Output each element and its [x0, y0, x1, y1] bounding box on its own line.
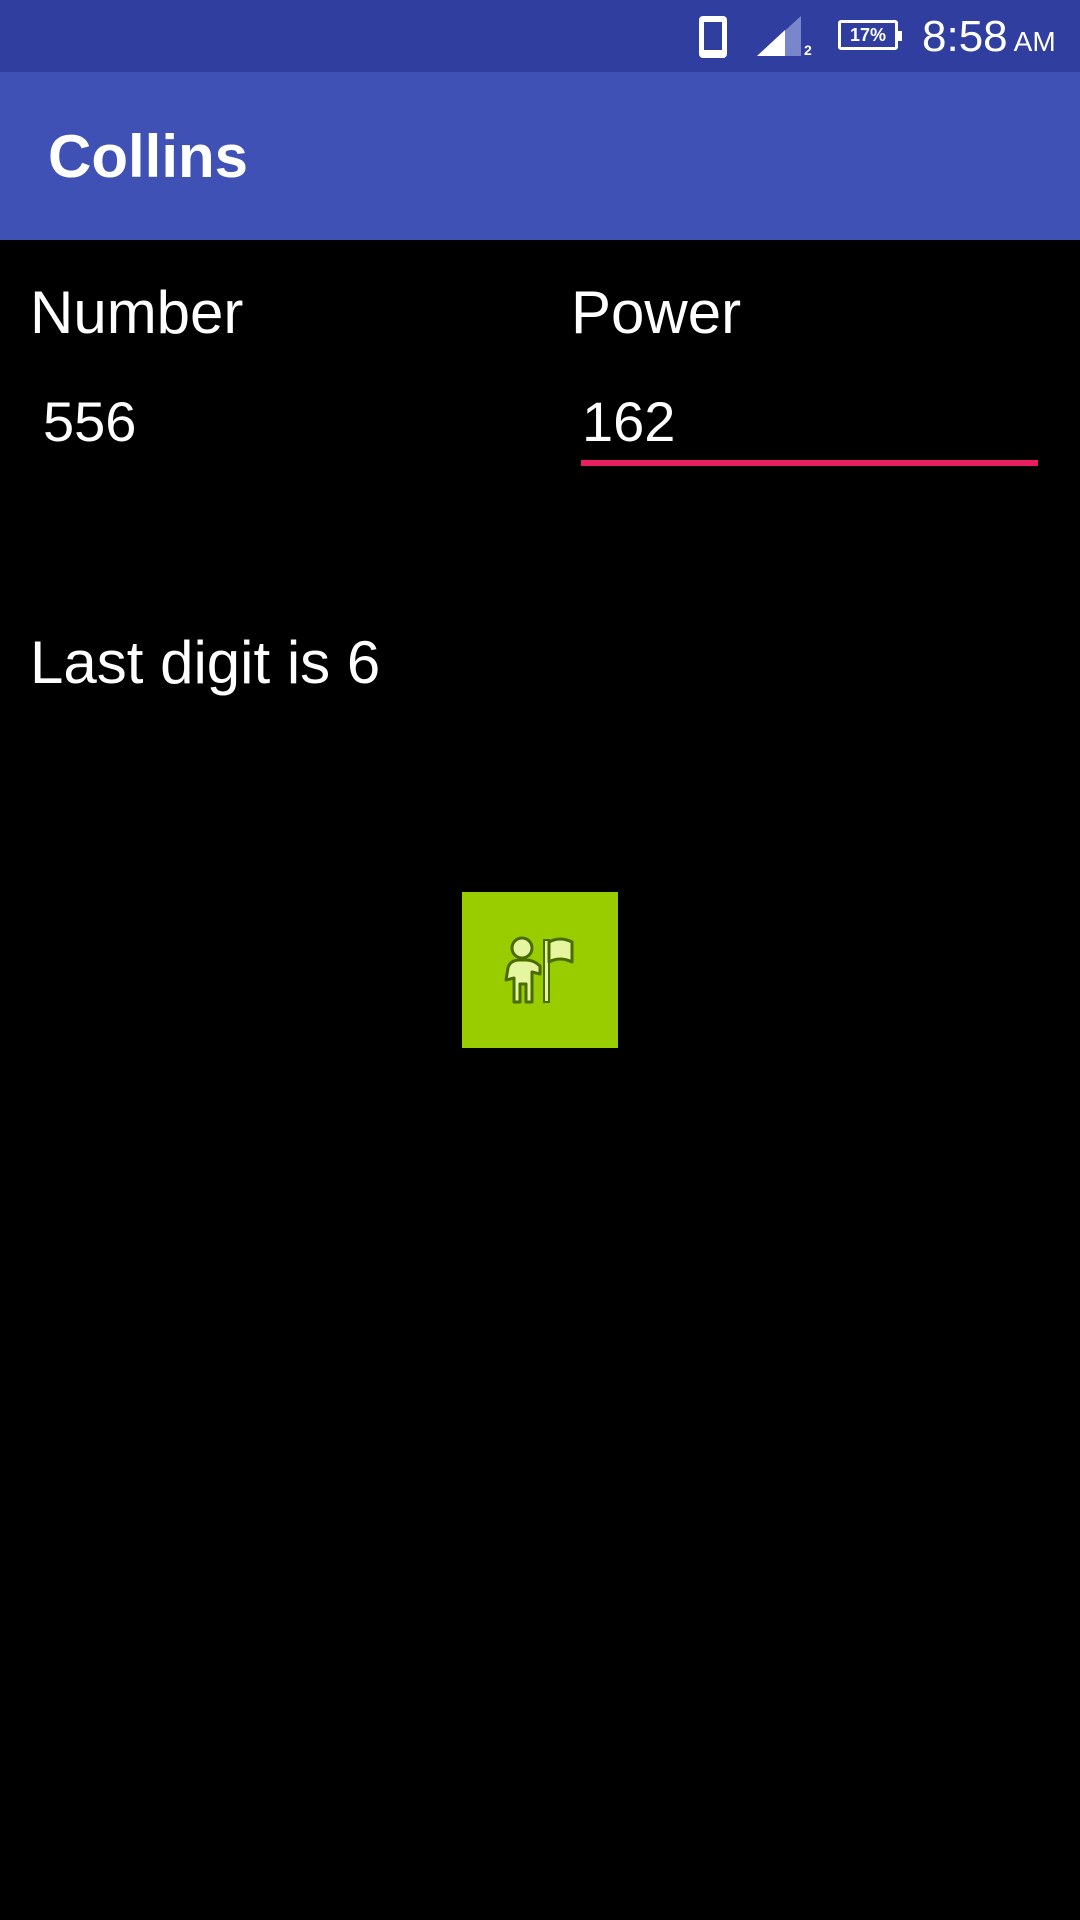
number-input[interactable]	[43, 388, 523, 454]
battery-icon: 17%	[838, 20, 902, 50]
status-bar: 2 17% 8:58 AM	[0, 0, 1080, 72]
battery-level: 17%	[849, 25, 887, 45]
app-bar: Collins	[0, 72, 1080, 240]
sim-slot-label: 2	[804, 42, 812, 58]
person-flag-icon	[504, 936, 574, 1004]
calculate-button[interactable]	[462, 892, 618, 1048]
phone-icon	[699, 16, 727, 58]
clock: 8:58 AM	[922, 12, 1056, 62]
power-label: Power	[571, 279, 742, 346]
power-input[interactable]	[582, 388, 1038, 454]
power-input-underline	[581, 460, 1038, 466]
clock-time: 8:58	[922, 12, 1008, 61]
clock-ampm: AM	[1013, 26, 1056, 57]
number-label: Number	[30, 279, 244, 346]
result-text: Last digit is 6	[30, 629, 381, 696]
app-title: Collins	[48, 123, 249, 190]
